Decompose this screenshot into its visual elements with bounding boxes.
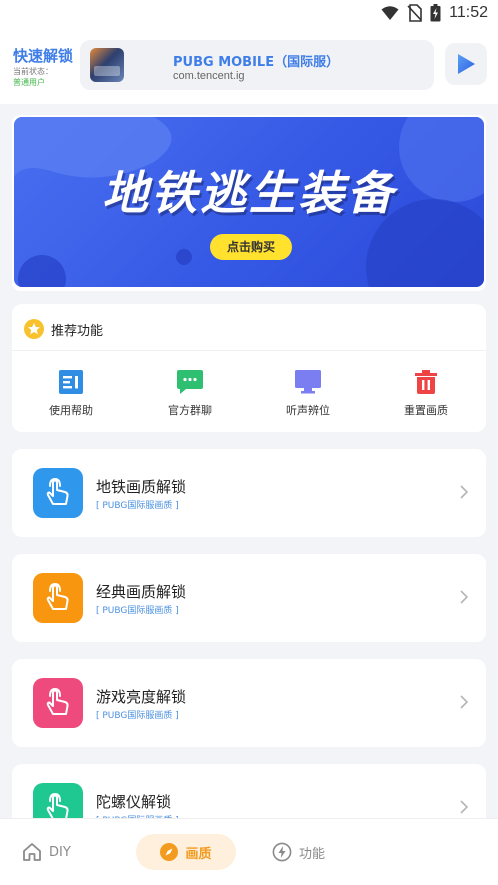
chevron-right-icon [460, 590, 468, 604]
status-bar: 11:52 [0, 0, 498, 30]
wifi-icon [381, 6, 399, 20]
feature-title: 地铁画质解锁 [96, 478, 187, 496]
help-doc-icon [59, 370, 83, 394]
feature-subtitle: [ PUBG国际服画质 ] [96, 501, 179, 511]
compass-icon [160, 843, 179, 861]
game-selector[interactable]: PUBG MOBILE（国际服） com.tencent.ig [80, 40, 434, 90]
lightning-icon [272, 842, 292, 862]
bottom-nav: DIY 画质 功能 [0, 818, 498, 885]
classic-quality-unlock-card[interactable]: 经典画质解锁 [ PUBG国际服画质 ] [12, 554, 486, 642]
trash-icon [415, 370, 437, 394]
play-triangle-icon [458, 54, 475, 74]
tap-hand-icon [33, 678, 83, 728]
tab-function[interactable]: 功能 [272, 834, 325, 870]
chevron-right-icon [460, 695, 468, 709]
divider [12, 350, 486, 351]
feature-subtitle: [ PUBG国际服画质 ] [96, 711, 179, 721]
brightness-unlock-card[interactable]: 游戏亮度解锁 [ PUBG国际服画质 ] [12, 659, 486, 747]
home-icon [23, 843, 41, 861]
group-chat-label: 官方群聊 [168, 404, 212, 417]
app-title: 快速解锁 [13, 47, 74, 65]
tap-hand-icon [33, 468, 83, 518]
game-icon [90, 48, 124, 82]
buy-button[interactable]: 点击购买 [210, 234, 292, 260]
chat-icon [177, 370, 203, 394]
reset-quality-button[interactable]: 重置画质 [381, 370, 471, 418]
star-badge-icon [24, 319, 44, 339]
status-value: 普通用户 [13, 78, 45, 87]
banner-title: 地铁逃生装备 [102, 166, 396, 220]
promo-banner[interactable]: 地铁逃生装备 点击购买 [12, 115, 486, 291]
game-package: com.tencent.ig [173, 70, 245, 82]
help-button[interactable]: 使用帮助 [26, 370, 116, 418]
no-sim-icon [407, 4, 422, 22]
tap-hand-icon [33, 573, 83, 623]
recommend-title: 推荐功能 [51, 323, 104, 339]
chevron-right-icon [460, 485, 468, 499]
monitor-icon [295, 370, 321, 394]
battery-charging-icon [430, 4, 441, 22]
launch-game-button[interactable] [445, 43, 487, 85]
reset-quality-label: 重置画质 [404, 404, 448, 417]
group-chat-button[interactable]: 官方群聊 [145, 370, 235, 418]
feature-subtitle: [ PUBG国际服画质 ] [96, 606, 179, 616]
feature-title: 游戏亮度解锁 [96, 688, 187, 706]
status-label: 当前状态： [13, 67, 53, 76]
recommend-card: 推荐功能 使用帮助 官方群聊 听声辨位 重置画质 [12, 304, 486, 432]
sound-locate-button[interactable]: 听声辨位 [263, 370, 353, 418]
header: 快速解锁 当前状态： 普通用户 PUBG MOBILE（国际服） com.ten… [0, 30, 498, 104]
tab-quality[interactable]: 画质 [136, 834, 236, 870]
feature-title: 经典画质解锁 [96, 583, 187, 601]
metro-quality-unlock-card[interactable]: 地铁画质解锁 [ PUBG国际服画质 ] [12, 449, 486, 537]
feature-title: 陀螺仪解锁 [96, 793, 172, 811]
chevron-right-icon [460, 800, 468, 814]
tab-function-label: 功能 [299, 846, 326, 862]
status-time: 11:52 [449, 4, 488, 21]
tab-quality-label: 画质 [185, 846, 212, 862]
sound-locate-label: 听声辨位 [286, 404, 330, 417]
tab-diy-label: DIY [49, 844, 71, 860]
game-title: PUBG MOBILE（国际服） [173, 55, 340, 70]
tab-diy[interactable]: DIY [22, 834, 71, 870]
help-label: 使用帮助 [49, 404, 93, 417]
